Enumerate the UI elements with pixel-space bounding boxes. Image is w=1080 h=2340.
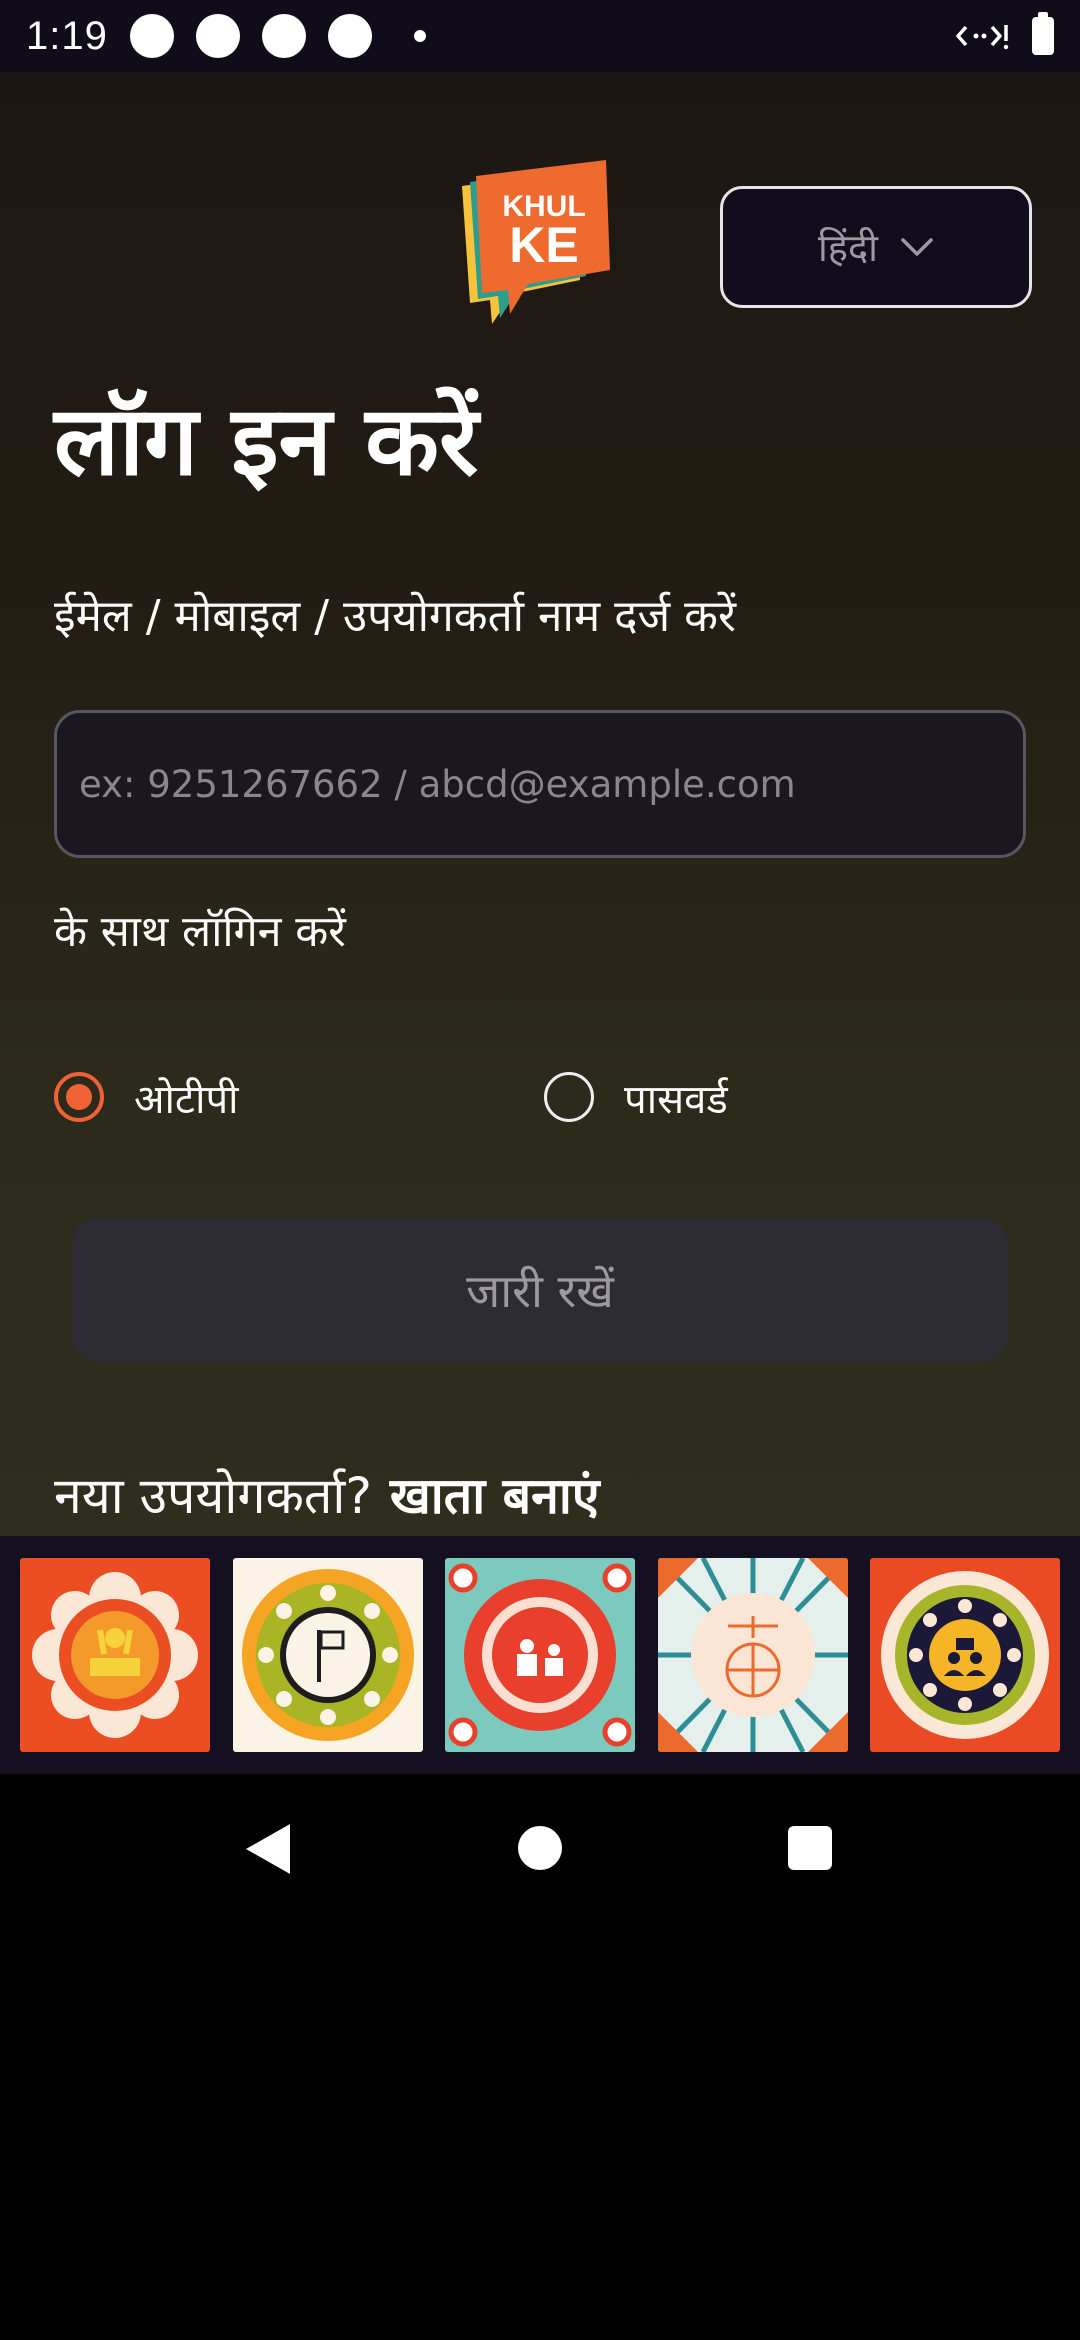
chevron-down-icon	[901, 238, 933, 256]
notification-icon	[195, 14, 240, 58]
signup-row: नया उपयोगकर्ता? खाता बनाएं	[54, 1460, 600, 1528]
otp-label: ओटीपी	[134, 1076, 239, 1123]
khul-ke-logo: KHUL KE	[456, 158, 616, 328]
password-radio[interactable]	[544, 1072, 594, 1122]
otp-option[interactable]: ओटीपी	[54, 1072, 239, 1123]
system-nav-bar	[0, 1774, 1080, 1924]
status-time: 1:19	[26, 13, 108, 58]
illustration-strip	[0, 1536, 1080, 1774]
battery-icon	[1032, 12, 1054, 55]
create-account-link[interactable]: खाता बनाएं	[390, 1460, 600, 1528]
justice-globe-art-icon	[657, 1558, 848, 1752]
protest-art-icon	[20, 1558, 210, 1752]
password-label: पासवर्ड	[624, 1076, 728, 1123]
more-notifications-icon	[413, 30, 426, 42]
identifier-label: ईमेल / मोबाइल / उपयोगकर्ता नाम दर्ज करें	[54, 591, 736, 642]
continue-button[interactable]: जारी रखें	[72, 1218, 1008, 1362]
data-saver-icon	[956, 25, 1009, 50]
identifier-input[interactable]	[54, 710, 1026, 858]
password-option[interactable]: पासवर्ड	[544, 1072, 728, 1123]
notification-icon	[327, 14, 372, 58]
login-screen: KHUL KE हिंदी लॉग इन करें ईमेल / मोबाइल …	[0, 72, 1080, 1536]
discussion-art-icon	[445, 1558, 635, 1752]
empty-area	[0, 1924, 1080, 2340]
status-bar: 1:19	[0, 0, 1080, 72]
page-title: लॉग इन करें	[54, 385, 479, 497]
notification-icon	[261, 14, 306, 58]
language-selector[interactable]: हिंदी	[720, 186, 1032, 308]
flag-art-icon	[232, 1558, 423, 1752]
new-user-text: नया उपयोगकर्ता?	[54, 1467, 372, 1525]
notification-icon	[129, 14, 174, 58]
logo-text-line2: KE	[509, 217, 578, 273]
otp-radio[interactable]	[54, 1072, 104, 1122]
home-icon[interactable]	[518, 1826, 562, 1870]
recent-apps-icon[interactable]	[788, 1826, 832, 1870]
back-icon[interactable]	[246, 1824, 290, 1874]
community-meeting-art-icon	[870, 1558, 1060, 1752]
login-method-label: के साथ लॉगिन करें	[54, 907, 346, 957]
language-label: हिंदी	[817, 226, 879, 270]
status-icons	[956, 12, 1054, 55]
